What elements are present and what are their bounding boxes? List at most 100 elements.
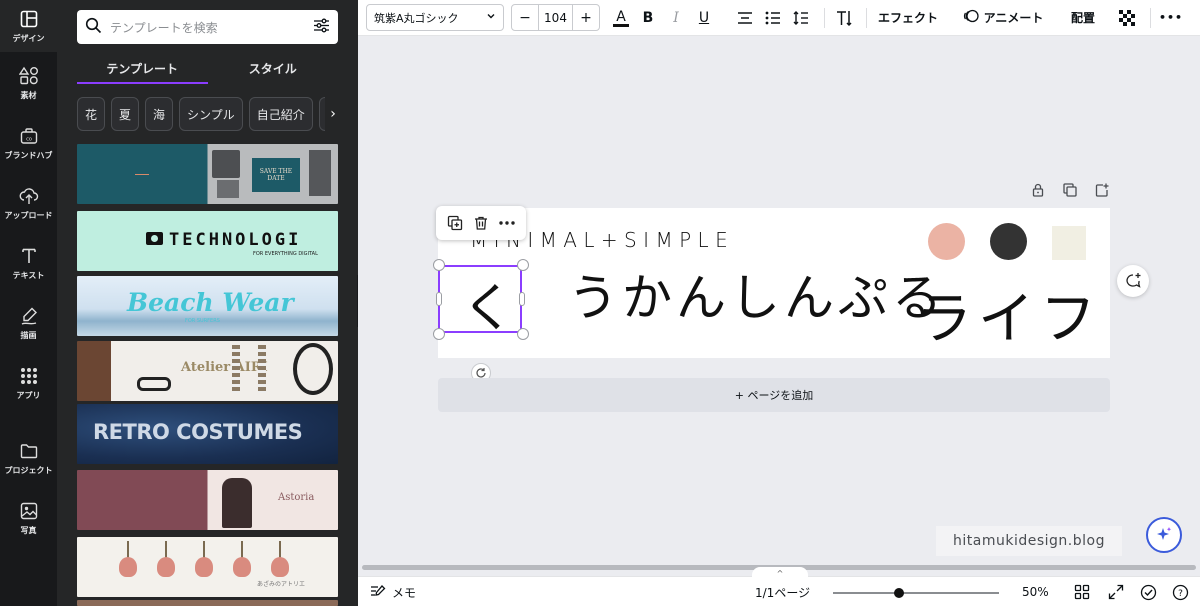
rail-label: 写真 <box>20 525 37 535</box>
main-text-katakana[interactable]: ライフ <box>916 274 1102 355</box>
chevron-right-icon[interactable]: › <box>325 97 341 131</box>
italic-button[interactable]: I <box>666 4 686 31</box>
underline-button[interactable]: U <box>694 4 714 31</box>
more-options-button[interactable]: ••• <box>1158 4 1184 31</box>
layout-icon <box>19 9 39 29</box>
rail-item-uploads[interactable]: アップロード <box>0 177 57 229</box>
template-thumbnail[interactable]: Astoria <box>77 470 338 530</box>
template-photo <box>212 150 240 178</box>
font-size-decrease[interactable]: − <box>512 5 538 30</box>
help-icon[interactable]: ? <box>1172 577 1189 606</box>
folder-icon <box>19 441 39 461</box>
transparency-icon[interactable] <box>1116 4 1138 31</box>
grid-view-icon[interactable] <box>1074 577 1090 606</box>
tab-templates[interactable]: テンプレート <box>77 54 208 84</box>
chip-flower[interactable]: 花 <box>77 97 106 131</box>
flower-image <box>231 541 253 585</box>
earring-image <box>258 345 266 393</box>
keyword-chips: 花 夏 海 シンプル 自己紹介 写真 <box>77 97 338 131</box>
text-icon <box>19 246 39 266</box>
template-photo <box>222 478 252 528</box>
design-page[interactable]: MINIMAL+SIMPLE く うかんしんぷる ライフ <box>438 208 1110 358</box>
add-comment-icon[interactable] <box>1117 265 1149 297</box>
position-button[interactable]: 配置 <box>1066 4 1100 31</box>
template-title: TECHNOLOGI <box>169 230 302 250</box>
selection-box[interactable] <box>438 265 522 333</box>
template-title: Astoria <box>278 492 315 503</box>
rail-item-design[interactable]: デザイン <box>0 0 57 52</box>
duplicate-icon[interactable] <box>446 214 464 232</box>
chip-self-intro[interactable]: 自己紹介 <box>248 97 313 131</box>
notes-button[interactable]: メモ <box>370 577 416 606</box>
rail-item-photos[interactable]: 写真 <box>0 492 57 544</box>
panel-tabs: テンプレート スタイル <box>77 54 338 84</box>
template-subtitle: FOR SURFERS <box>185 318 220 324</box>
align-center-icon[interactable] <box>734 4 756 31</box>
template-thumbnail[interactable]: TECHNOLOGI FOR EVERYTHING DIGITAL <box>77 211 338 271</box>
rail-item-apps[interactable]: アプリ <box>0 357 57 409</box>
template-thumbnail[interactable]: RETRO COSTUMES <box>77 404 338 464</box>
rail-item-projects[interactable]: プロジェクト <box>0 432 57 484</box>
zoom-level[interactable]: 50% <box>1022 577 1049 606</box>
resize-handle[interactable] <box>433 328 445 340</box>
resize-handle[interactable] <box>517 328 529 340</box>
chip-simple[interactable]: シンプル <box>179 97 243 131</box>
template-thumbnail[interactable]: SAVE THE DATE <box>77 144 338 204</box>
rail-item-draw[interactable]: 描画 <box>0 297 57 349</box>
sparkle-icon[interactable] <box>1146 517 1182 553</box>
bold-button[interactable]: B <box>638 4 658 31</box>
toolbar-divider <box>866 8 867 28</box>
vertical-text-icon[interactable] <box>833 4 857 31</box>
left-rail: デザイン 素材 co ブランドハブ アップロード テキスト 描画 アプリ プロジ… <box>0 0 57 606</box>
color-swatch-square[interactable] <box>1052 226 1086 260</box>
template-thumbnail[interactable]: Beach Wear FOR SURFERS <box>77 276 338 336</box>
bottom-bar: ^ メモ 1/1ページ 50% ? <box>358 567 1200 606</box>
color-swatch-circle[interactable] <box>928 223 965 260</box>
side-handle[interactable] <box>519 292 525 306</box>
resize-handle[interactable] <box>433 259 445 271</box>
notes-label: メモ <box>392 585 417 600</box>
page-counter[interactable]: 1/1ページ <box>755 577 810 606</box>
template-thumbnail[interactable]: あざみのアトリエ <box>77 537 338 597</box>
lock-icon[interactable] <box>1030 182 1046 198</box>
tab-styles[interactable]: スタイル <box>208 54 339 84</box>
shapes-icon <box>18 66 39 86</box>
side-handle[interactable] <box>436 292 442 306</box>
add-page-button[interactable]: + ページを追加 <box>438 378 1110 412</box>
rail-item-brand-hub[interactable]: co ブランドハブ <box>0 117 57 169</box>
chip-summer[interactable]: 夏 <box>111 97 140 131</box>
color-swatch-circle[interactable] <box>990 223 1027 260</box>
text-color-button[interactable]: A <box>610 4 632 31</box>
rail-item-elements[interactable]: 素材 <box>0 57 57 109</box>
main-text[interactable]: うかんしんぷる <box>568 258 946 330</box>
rail-label: 素材 <box>20 90 37 100</box>
effects-button[interactable]: エフェクト <box>876 4 940 31</box>
animate-button[interactable]: アニメート <box>962 4 1044 31</box>
zoom-slider-thumb[interactable] <box>894 588 905 598</box>
fullscreen-icon[interactable] <box>1108 577 1124 606</box>
resize-handle[interactable] <box>517 259 529 271</box>
more-icon[interactable] <box>498 214 516 232</box>
font-size-increase[interactable]: + <box>573 5 599 30</box>
trash-icon[interactable] <box>472 214 490 232</box>
template-title: Beach Wear <box>127 288 294 317</box>
duplicate-page-icon[interactable] <box>1062 182 1078 198</box>
template-thumbnail[interactable] <box>77 600 338 606</box>
rail-label: テキスト <box>12 270 45 280</box>
template-subtitle: あざみのアトリエ <box>257 581 306 588</box>
font-family-select[interactable]: 筑紫A丸ゴシック <box>366 4 504 31</box>
toolbar-divider <box>824 8 825 28</box>
photo-icon <box>19 501 39 521</box>
spacing-icon[interactable] <box>790 4 812 31</box>
font-size-input[interactable]: 104 <box>538 5 573 30</box>
check-circle-icon[interactable] <box>1140 577 1157 606</box>
add-page-icon[interactable] <box>1094 182 1110 198</box>
rail-item-text[interactable]: テキスト <box>0 237 57 289</box>
zoom-slider[interactable] <box>833 592 999 594</box>
filter-icon[interactable] <box>313 17 330 38</box>
list-icon[interactable] <box>762 4 784 31</box>
template-search[interactable]: テンプレートを検索 <box>77 10 338 44</box>
chip-sea[interactable]: 海 <box>145 97 174 131</box>
template-thumbnail[interactable]: Atelier AIRI <box>77 341 338 401</box>
notes-icon <box>370 584 386 601</box>
